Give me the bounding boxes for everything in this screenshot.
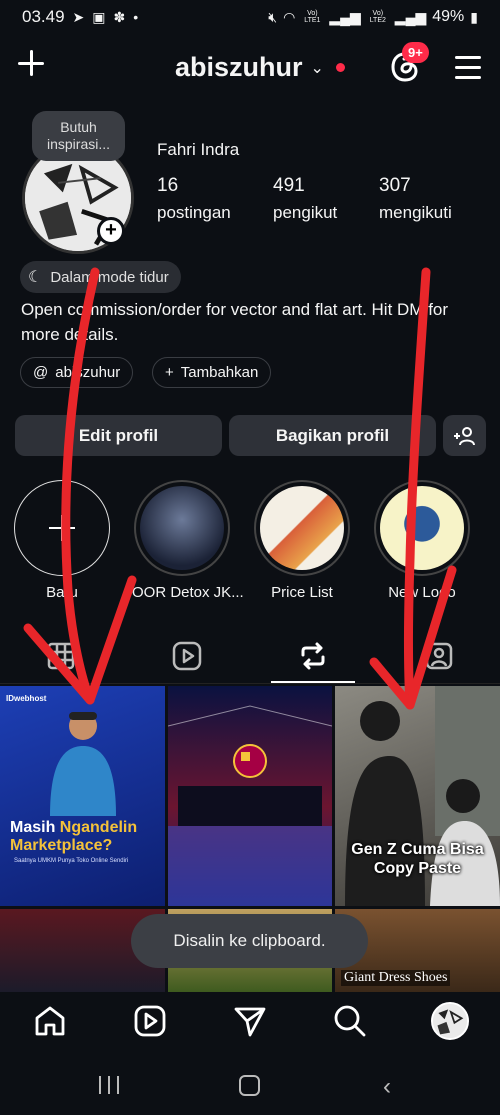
tab-grid[interactable] <box>36 634 86 678</box>
avatar-thumbnail <box>433 1004 467 1038</box>
post-thumbnail[interactable] <box>168 686 332 906</box>
discover-people-button[interactable] <box>443 415 486 456</box>
send-icon <box>234 1007 266 1037</box>
home-button-icon[interactable] <box>239 1075 260 1096</box>
profile-header: abiszuhur ⌄ 9+ <box>0 42 500 94</box>
sim1-label: Vo) LTE1 <box>304 10 321 24</box>
new-highlight-plus-icon <box>14 480 110 576</box>
tab-tagged[interactable] <box>414 634 464 678</box>
search-icon <box>334 1005 366 1037</box>
edit-profile-button[interactable]: Edit profil <box>15 415 222 456</box>
menu-icon[interactable] <box>455 56 483 80</box>
posts-stat[interactable]: 16 postingan <box>157 175 231 223</box>
notification-badge: 9+ <box>402 42 429 63</box>
highlight-cover <box>260 486 344 570</box>
following-stat[interactable]: 307 mengikuti <box>379 175 452 223</box>
post-caption: Giant Dress Shoes <box>341 970 451 986</box>
account-switcher[interactable]: abiszuhur ⌄ <box>175 52 345 83</box>
nav-profile-avatar[interactable] <box>431 1002 469 1040</box>
bottom-navigation <box>0 992 500 1050</box>
nav-search[interactable] <box>333 1004 367 1038</box>
following-label: mengikuti <box>379 203 452 222</box>
ad-title: Masih Ngandelin Marketplace? <box>10 819 138 854</box>
status-pill[interactable]: ☾ Dalam mode tidur <box>20 261 181 293</box>
posts-count: 16 <box>157 175 179 196</box>
battery-icon: ▮ <box>470 8 478 25</box>
pinwheel-icon: ✽ <box>113 8 126 25</box>
home-icon <box>35 1006 65 1036</box>
back-icon[interactable]: ‹ <box>383 1073 391 1101</box>
active-tab-indicator <box>271 681 355 683</box>
clipboard-toast: Disalin ke clipboard. <box>131 914 368 968</box>
status-bar: 03.49 ➤ ▣ ✽ • 🔇︎ ◠ Vo) LTE1 ▂▄▆ Vo) LTE2… <box>0 0 500 34</box>
plus-icon: + <box>165 364 174 381</box>
followers-count: 491 <box>273 175 305 196</box>
highlight-label: New Logo <box>388 584 456 601</box>
status-time: 03.49 <box>22 7 65 26</box>
display-name: Fahri Indra <box>157 140 240 159</box>
status-text: Dalam mode tidur <box>50 268 169 286</box>
signal1-icon: ▂▄▆ <box>329 8 361 25</box>
signal2-icon: ▂▄▆ <box>394 8 427 25</box>
moon-icon: ☾ <box>28 269 43 286</box>
add-link-label: Tambahkan <box>180 364 259 381</box>
bio-text: Open commission/order for vector and fla… <box>21 300 449 344</box>
telegram-icon: ➤ <box>72 8 85 25</box>
share-profile-button[interactable]: Bagikan profil <box>229 415 436 456</box>
highlight-cover <box>380 486 464 570</box>
sim2-label: Vo) LTE2 <box>369 10 386 24</box>
presenter-figure <box>50 712 116 816</box>
nav-messages[interactable] <box>233 1004 267 1038</box>
highlight-label: Baru <box>46 584 78 601</box>
repost-icon <box>301 642 325 670</box>
reels-icon <box>172 641 202 671</box>
add-person-icon <box>453 426 475 445</box>
profile-tabs <box>0 628 500 684</box>
team-photo <box>168 705 332 906</box>
note-bubble[interactable]: Butuh inspirasi... <box>32 111 125 161</box>
highlight-label: OOR Detox JK... <box>132 584 244 601</box>
nav-reels[interactable] <box>133 1004 167 1038</box>
reels-icon <box>134 1005 166 1037</box>
highlight-item[interactable]: Price List <box>252 480 352 601</box>
threads-link[interactable]: @ abiszuhur <box>20 357 134 388</box>
unread-dot <box>335 63 345 72</box>
dot-icon: • <box>133 9 139 25</box>
video-caption: Gen Z Cuma Bisa Copy Paste <box>351 841 484 877</box>
ad-brand: IDwebhost <box>6 694 47 703</box>
threads-small-icon: @ <box>33 364 49 381</box>
tagged-icon <box>425 642 453 670</box>
highlight-cover <box>140 486 224 570</box>
followers-stat[interactable]: 491 pengikut <box>273 175 337 223</box>
mute-icon: 🔇︎ <box>268 8 278 25</box>
chevron-down-icon: ⌄ <box>310 59 324 77</box>
tab-reposts[interactable] <box>288 634 338 678</box>
create-plus-icon[interactable] <box>16 48 48 80</box>
battery-level: 49% <box>432 8 465 25</box>
username-title: abiszuhur <box>175 52 303 82</box>
recent-apps-icon[interactable] <box>99 1076 121 1094</box>
ad-subtitle: Saatnya UMKM Punya Toko Online Sendiri <box>14 858 129 864</box>
post-thumbnail[interactable]: IDwebhost Masih Ngandelin Marketplace? S… <box>0 686 165 906</box>
nav-home[interactable] <box>33 1004 67 1038</box>
add-story-button[interactable]: + <box>97 217 125 245</box>
post-thumbnail[interactable]: Gen Z Cuma Bisa Copy Paste <box>335 686 500 906</box>
highlight-new[interactable]: Baru <box>12 480 112 601</box>
gallery-icon: ▣ <box>92 8 106 25</box>
following-count: 307 <box>379 175 411 196</box>
wifi-icon: ◠ <box>283 8 296 25</box>
highlight-item[interactable]: OOR Detox JK... <box>132 480 244 601</box>
threads-link-label: abiszuhur <box>55 364 121 381</box>
followers-label: pengikut <box>273 203 338 222</box>
posts-label: postingan <box>157 203 231 222</box>
tab-reels[interactable] <box>162 634 212 678</box>
system-navigation: ‹ <box>0 1050 500 1115</box>
highlight-item[interactable]: New Logo <box>372 480 472 601</box>
highlight-label: Price List <box>271 584 333 601</box>
add-link-button[interactable]: + Tambahkan <box>152 357 272 388</box>
grid-icon <box>47 642 75 670</box>
